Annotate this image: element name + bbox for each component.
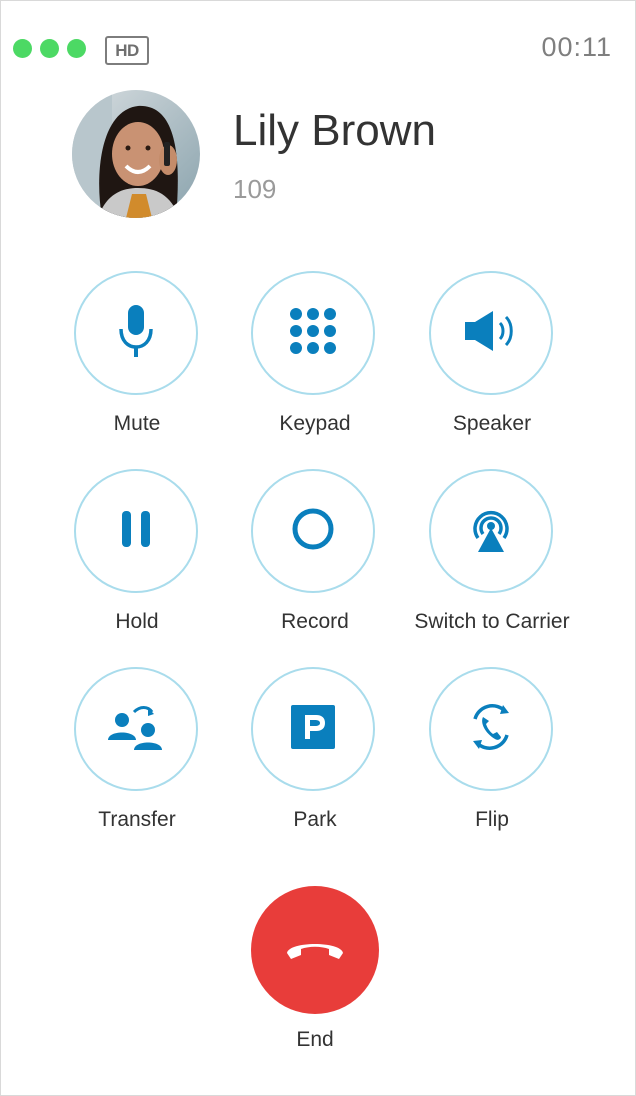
window-controls (13, 39, 86, 58)
hold-label: Hold (115, 610, 159, 633)
avatar (72, 90, 200, 218)
park-label: Park (293, 808, 337, 831)
keypad-icon (289, 307, 337, 360)
contact-extension: 109 (233, 174, 277, 204)
speaker-label: Speaker (452, 412, 532, 435)
contact-name: Lily Brown (233, 106, 436, 155)
window-dot[interactable] (13, 39, 32, 58)
transfer-users-icon (106, 704, 166, 755)
keypad-label: Keypad (279, 412, 351, 435)
microphone-icon (116, 303, 156, 364)
transfer-button[interactable] (74, 667, 198, 791)
transfer-label: Transfer (98, 808, 176, 831)
switch-to-carrier-label: Switch to Carrier (414, 610, 570, 633)
flip-button[interactable] (429, 667, 553, 791)
flip-label: Flip (475, 808, 509, 831)
window-dot[interactable] (67, 39, 86, 58)
hang-up-icon (285, 935, 345, 966)
park-button[interactable] (251, 667, 375, 791)
record-label: Record (281, 610, 349, 633)
switch-to-carrier-button[interactable] (429, 469, 553, 593)
speaker-button[interactable] (429, 271, 553, 395)
mute-button[interactable] (74, 271, 198, 395)
mute-label: Mute (113, 412, 161, 435)
broadcast-icon (466, 504, 516, 559)
speaker-icon (463, 309, 519, 358)
end-label: End (296, 1028, 334, 1051)
hold-button[interactable] (74, 469, 198, 593)
keypad-button[interactable] (251, 271, 375, 395)
pause-icon (120, 509, 152, 554)
window-dot[interactable] (40, 39, 59, 58)
end-call-button[interactable] (251, 886, 379, 1014)
record-icon (291, 507, 335, 556)
hd-badge: HD (105, 36, 149, 65)
record-button[interactable] (251, 469, 375, 593)
call-timer: 00:11 (541, 32, 612, 62)
flip-phone-icon (463, 699, 519, 760)
parking-icon (291, 704, 335, 754)
